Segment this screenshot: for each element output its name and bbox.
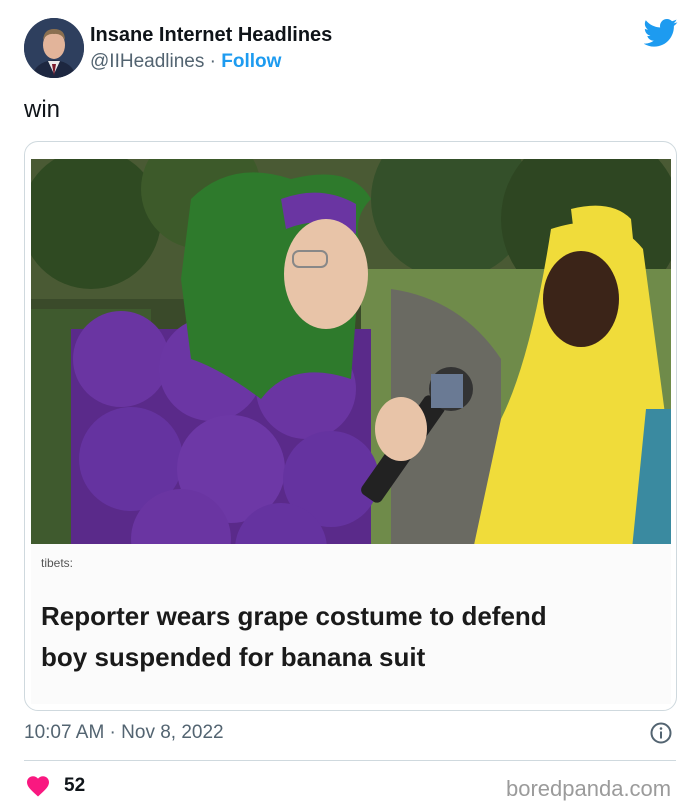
media-card[interactable]: tibets: Reporter wears grape costume to … (24, 141, 677, 711)
author-handle-row: @IIHeadlines · Follow (90, 51, 281, 73)
avatar-image (24, 18, 84, 78)
twitter-bird-icon[interactable] (644, 18, 678, 48)
separator-dot: · (209, 51, 216, 72)
tweet-timestamp[interactable]: 10:07 AM · Nov 8, 2022 (24, 722, 224, 744)
headline: Reporter wears grape costume to defend b… (41, 596, 671, 678)
author-handle[interactable]: @IIHeadlines (90, 51, 204, 72)
like-count[interactable]: 52 (64, 775, 85, 797)
image-credit: tibets: (41, 556, 74, 570)
headline-line-1: Reporter wears grape costume to defend (41, 601, 547, 631)
caption-area: tibets: Reporter wears grape costume to … (31, 544, 671, 704)
info-icon[interactable] (650, 722, 672, 744)
heart-icon[interactable] (26, 775, 50, 797)
follow-button[interactable]: Follow (221, 51, 281, 72)
divider (24, 760, 676, 761)
watermark: boredpanda.com (506, 776, 672, 801)
avatar[interactable] (24, 18, 84, 78)
tweet-text: win (24, 96, 61, 123)
headline-line-2: boy suspended for banana suit (41, 642, 426, 672)
author-name[interactable]: Insane Internet Headlines (90, 24, 332, 47)
